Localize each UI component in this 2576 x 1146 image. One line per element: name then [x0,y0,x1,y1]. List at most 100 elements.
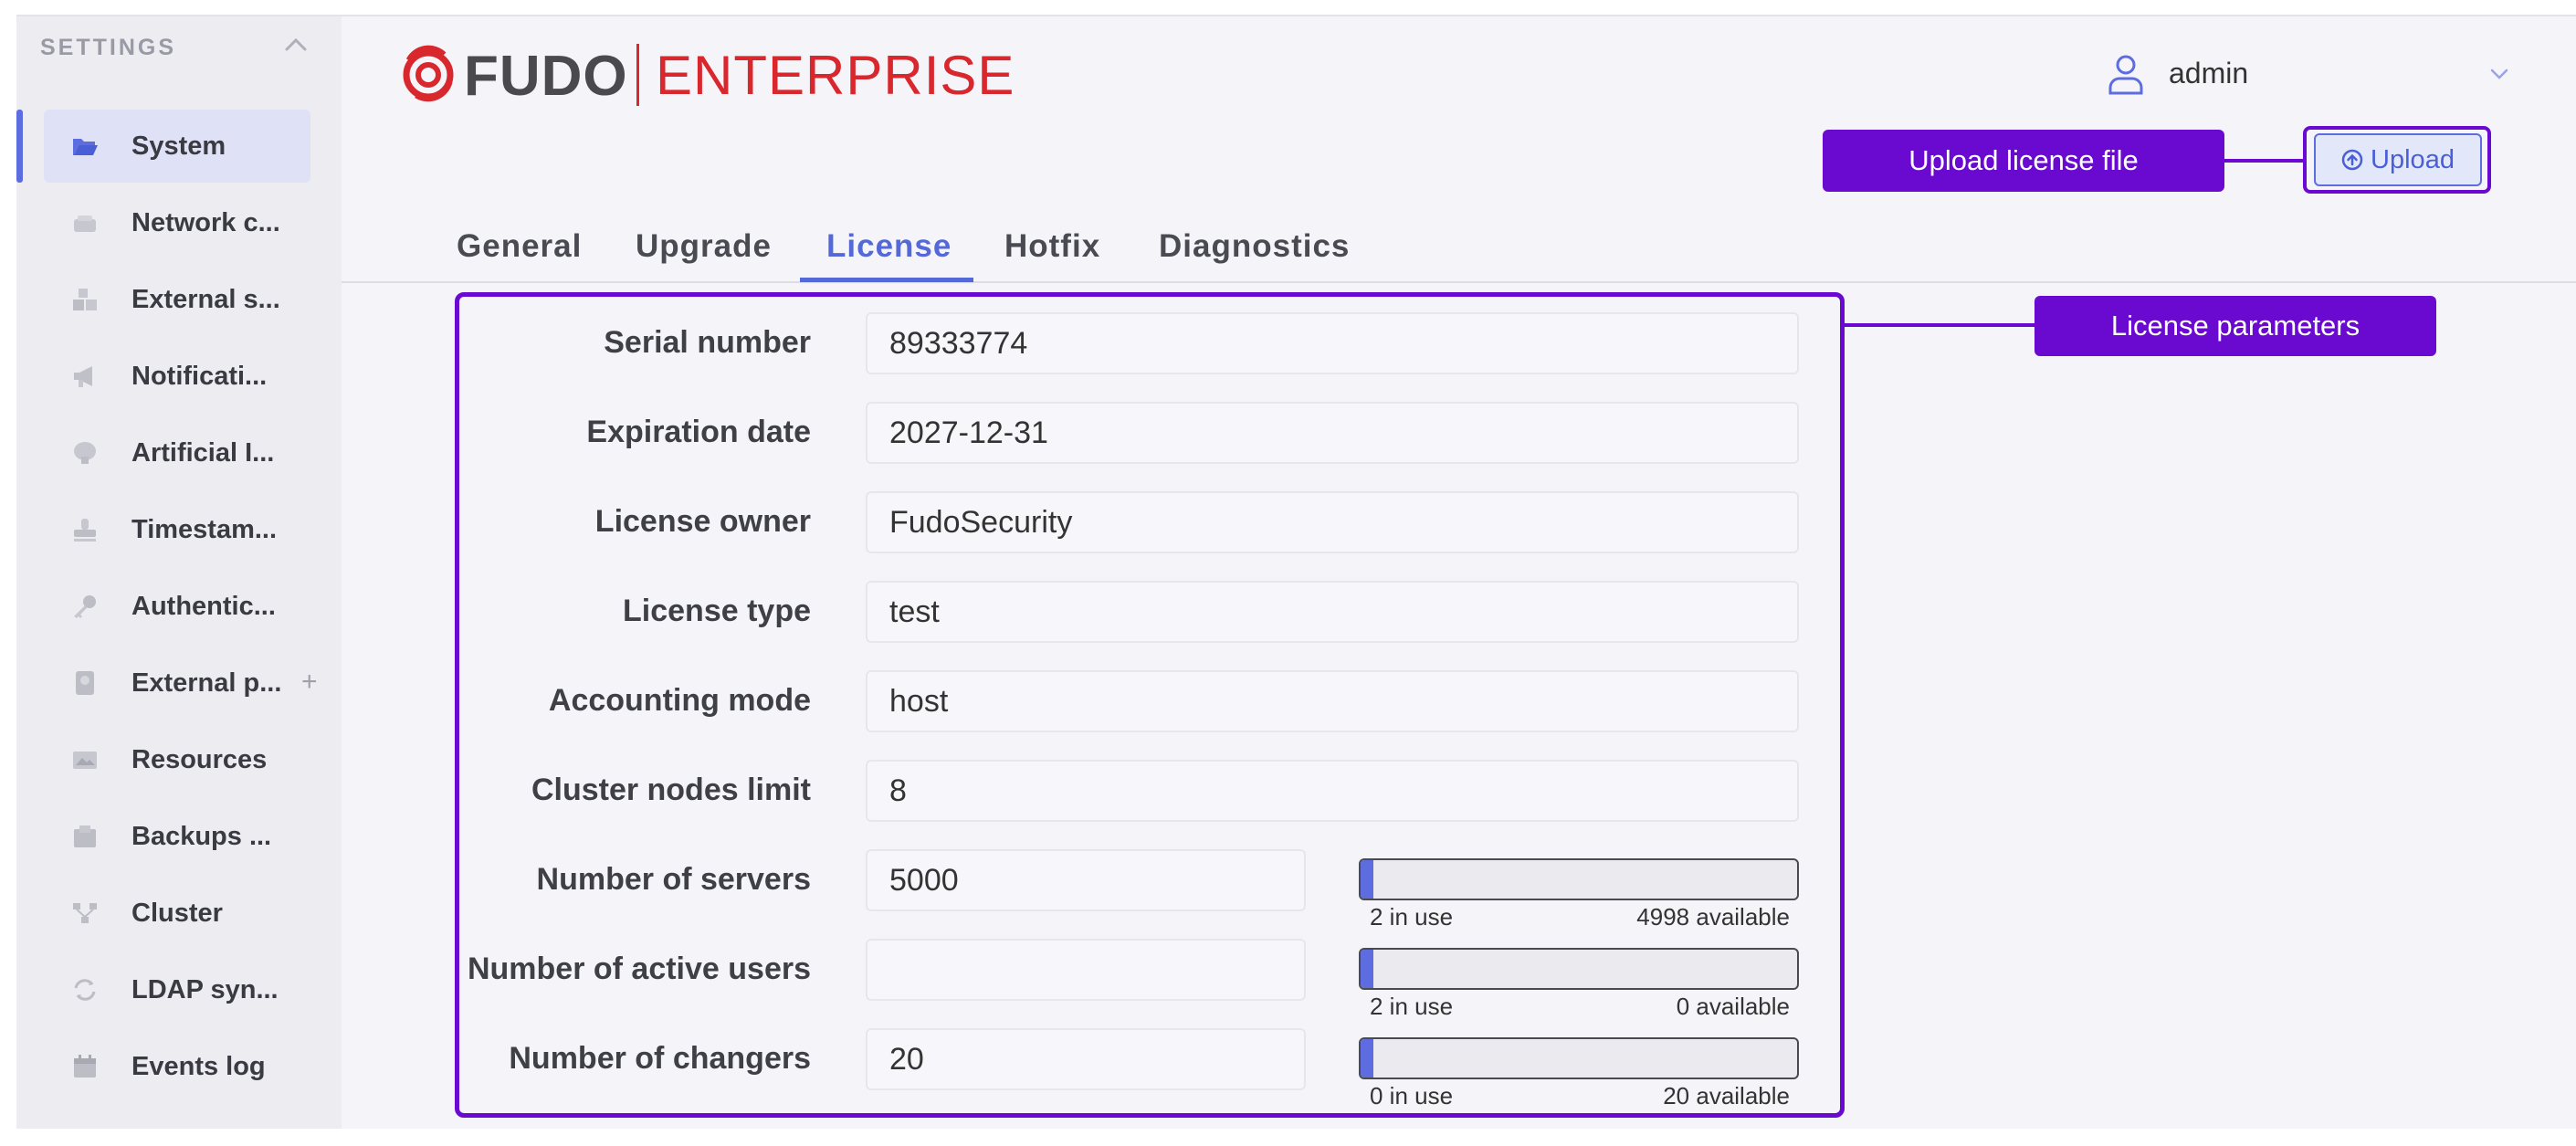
tab-license[interactable]: License [826,228,952,265]
upload-annotation-connector [2224,159,2303,163]
archive-icon [74,825,96,847]
number-of-active-users-field [866,939,1306,1001]
license-owner-label: License owner [594,504,811,539]
chevron-down-icon[interactable] [2489,66,2509,82]
license-type-value: test [889,594,940,629]
fudo-logo-icon [403,45,454,102]
accounting-mode-label: Accounting mode [548,683,811,718]
tab-upgrade[interactable]: Upgrade [636,228,772,265]
sidebar-item-backups[interactable]: Backups ... [44,800,310,873]
image-icon [73,752,97,769]
active-users-usage-bar [1359,948,1799,990]
serial-number-label: Serial number [604,325,811,360]
number-of-servers-field: 5000 [866,849,1306,911]
changers-usage-fill [1361,1039,1374,1078]
sidebar-item-timestamping[interactable]: Timestam... [44,493,310,566]
cluster-nodes-limit-label: Cluster nodes limit [531,773,811,807]
sidebar-item-label: LDAP syn... [131,975,279,1004]
sidebar-header: SETTINGS [40,35,177,60]
sidebar-item-label: Events log [131,1052,266,1081]
active-users-available: 0 available [1676,993,1790,1020]
calendar-icon [74,1055,96,1078]
sidebar-item-label: Notificati... [131,362,268,391]
upload-button-label: Upload [2371,144,2455,174]
serial-number-field: 89333774 [866,312,1799,374]
sidebar-item-events-log[interactable]: Events log [44,1030,310,1103]
tabs-divider [342,281,2576,283]
sidebar-item-notifications[interactable]: Notificati... [44,340,310,413]
upload-circle-icon [2341,149,2363,171]
params-annotation-connector [1845,323,2035,327]
servers-available: 4998 available [1636,903,1790,930]
logo-enterprise-text: ENTERPRISE [656,45,1015,106]
sidebar-active-indicator [16,110,23,183]
changers-usage-bar [1359,1037,1799,1079]
expiration-date-field: 2027-12-31 [866,402,1799,464]
top-border [16,15,2576,16]
sidebar-item-authentication[interactable]: Authentic... [44,570,310,643]
sidebar-item-label: Resources [131,745,268,774]
plus-icon[interactable]: + [301,667,318,698]
sidebar-item-label: Cluster [131,899,223,928]
sidebar-item-resources[interactable]: Resources [44,723,310,796]
sidebar-item-artificial-intelligence[interactable]: Artificial I... [44,416,310,489]
number-of-changers-field: 20 [866,1028,1306,1090]
folder-open-icon [73,139,98,155]
sidebar-item-label: System [131,131,226,161]
logo-divider [636,44,639,106]
accounting-mode-value: host [889,683,949,719]
number-of-changers-value: 20 [889,1041,924,1077]
sidebar-item-label: Artificial I... [131,438,275,468]
chevron-up-icon[interactable] [283,33,309,58]
megaphone-icon [74,366,92,387]
sidebar-item-network[interactable]: Network c... [44,186,310,259]
sidebar-item-label: External s... [131,285,280,314]
passport-icon [76,671,94,695]
accounting-mode-field: host [866,670,1799,732]
number-of-servers-label: Number of servers [536,862,811,897]
license-owner-field: FudoSecurity [866,491,1799,553]
sidebar-item-external-servers[interactable]: External s... [44,263,310,336]
serial-number-value: 89333774 [889,325,1028,361]
user-icon[interactable] [2108,53,2144,95]
stamp-icon [74,519,96,541]
sidebar-item-label: Network c... [131,208,280,237]
network-icon [74,216,96,232]
servers-usage-fill [1361,860,1374,899]
sidebar-item-label: External p... [131,668,282,698]
license-type-label: License type [623,594,811,628]
key-icon [74,595,96,618]
changers-available: 20 available [1663,1082,1790,1109]
number-of-active-users-label: Number of active users [467,951,811,986]
boxes-icon [73,289,97,310]
logo-fudo-text: FUDO [464,45,628,108]
license-parameters-annotation: License parameters [2035,296,2436,356]
sidebar-item-label: Backups ... [131,822,272,851]
tab-diagnostics[interactable]: Diagnostics [1159,228,1350,265]
active-users-in-use: 2 in use [1370,993,1454,1020]
servers-in-use: 2 in use [1370,903,1454,930]
active-users-usage-fill [1361,950,1374,988]
upload-button[interactable]: Upload [2314,133,2482,186]
expiration-date-label: Expiration date [586,415,811,449]
tab-general[interactable]: General [457,228,582,265]
license-owner-value: FudoSecurity [889,504,1073,540]
expiration-date-value: 2027-12-31 [889,415,1048,450]
sidebar-item-system[interactable]: System [44,110,310,183]
number-of-servers-value: 5000 [889,862,959,898]
cluster-nodes-limit-field: 8 [866,760,1799,822]
sidebar-item-cluster[interactable]: Cluster [44,877,310,950]
tab-hotfix[interactable]: Hotfix [1004,228,1100,265]
number-of-changers-label: Number of changers [509,1041,811,1076]
servers-usage-bar [1359,858,1799,900]
user-menu-name[interactable]: admin [2169,57,2248,90]
brain-icon [74,442,96,464]
sidebar-item-label: Timestam... [131,515,278,544]
sidebar-item-external-passwords[interactable]: External p... + [44,647,318,720]
cluster-icon [73,903,97,923]
sync-icon [74,979,96,1001]
license-type-field: test [866,581,1799,643]
changers-in-use: 0 in use [1370,1082,1454,1109]
active-tab-underline [800,278,973,282]
sidebar-item-ldap-sync[interactable]: LDAP syn... [44,953,310,1026]
